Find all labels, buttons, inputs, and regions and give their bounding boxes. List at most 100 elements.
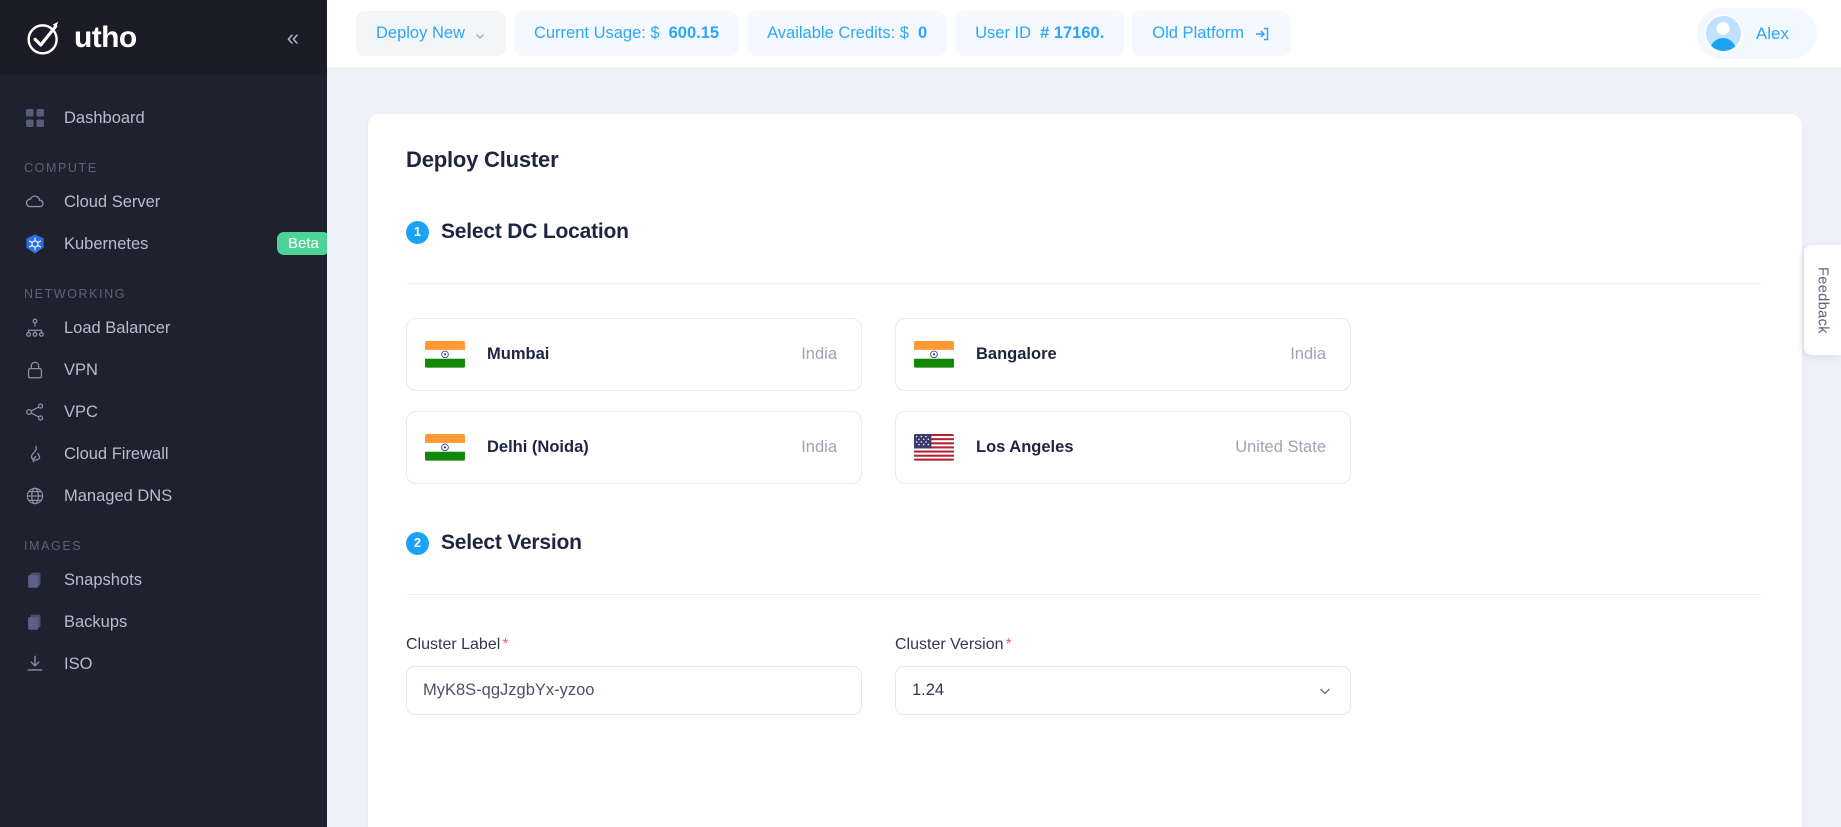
flame-icon: [24, 443, 46, 465]
download-icon: [24, 653, 46, 675]
cluster-label-label-text: Cluster Label: [406, 636, 501, 653]
available-credits-prefix: Available Credits: $: [767, 24, 909, 42]
flag-india-icon: [914, 341, 954, 368]
step-title: Select DC Location: [441, 220, 629, 243]
dc-location-city: Los Angeles: [976, 438, 1074, 456]
sidebar: utho « Dashboard COMPUTE Cloud Server Ku…: [0, 0, 327, 827]
sidebar-item-snapshots[interactable]: Snapshots: [0, 559, 327, 601]
sidebar-nav: Dashboard COMPUTE Cloud Server Kubernete…: [0, 75, 327, 685]
cluster-label-field-group: Cluster Label *: [406, 636, 862, 715]
deploy-new-label: Deploy New: [376, 24, 465, 42]
user-name: Alex: [1755, 23, 1789, 43]
topbar: Deploy New Current Usage: $ 600.15 Avail…: [327, 0, 1841, 67]
required-asterisk: *: [1005, 636, 1012, 653]
sidebar-item-kubernetes[interactable]: Kubernetes Beta: [0, 223, 327, 265]
feedback-label: Feedback: [1814, 266, 1831, 334]
chevron-double-left-icon[interactable]: «: [281, 23, 305, 53]
required-asterisk: *: [502, 636, 509, 653]
page-title: Deploy Cluster: [406, 147, 559, 172]
grid-icon: [24, 107, 46, 129]
brand-logo-group[interactable]: utho: [24, 17, 137, 58]
sidebar-item-load-balancer[interactable]: Load Balancer: [0, 307, 327, 349]
user-menu[interactable]: Alex: [1696, 8, 1817, 59]
sidebar-item-label: Dashboard: [64, 108, 145, 127]
step-1-header: 1 Select DC Location: [406, 220, 1762, 244]
dc-location-country: India: [801, 345, 837, 363]
layers-icon: [24, 569, 46, 591]
deploy-cluster-card: Deploy Cluster 1 Select DC Location Mumb…: [368, 114, 1802, 827]
dc-location-country: India: [801, 438, 837, 456]
user-avatar-icon: [1703, 14, 1743, 53]
dc-location-option-mumbai[interactable]: Mumbai India: [406, 318, 862, 391]
cluster-label-label: Cluster Label *: [406, 636, 862, 654]
step-title: Select Version: [441, 531, 582, 554]
layers-icon: [24, 611, 46, 633]
network-tree-icon: [24, 317, 46, 339]
current-usage-pill[interactable]: Current Usage: $ 600.15: [513, 11, 740, 56]
dc-location-city: Bangalore: [976, 345, 1057, 363]
chevron-down-icon: [474, 28, 486, 40]
sidebar-item-label: Cloud Firewall: [64, 444, 169, 463]
dc-location-option-los-angeles[interactable]: Los Angeles United State: [895, 411, 1351, 484]
sidebar-item-iso[interactable]: ISO: [0, 643, 327, 685]
sidebar-item-label: Kubernetes: [64, 234, 149, 253]
available-credits-pill[interactable]: Available Credits: $ 0: [747, 11, 948, 56]
sidebar-item-label: Managed DNS: [64, 486, 173, 505]
utho-logo-icon: [24, 17, 65, 58]
dc-location-option-delhi-noida[interactable]: Delhi (Noida) India: [406, 411, 862, 484]
available-credits-value: 0: [917, 24, 928, 42]
version-form: Cluster Label* Cluster Version* 1.24: [406, 636, 1762, 715]
lock-icon: [24, 359, 46, 381]
sidebar-item-label: Backups: [64, 612, 128, 631]
divider: [406, 283, 1762, 284]
divider: [406, 594, 1762, 595]
exit-icon: [1253, 25, 1271, 43]
sidebar-item-cloud-firewall[interactable]: Cloud Firewall: [0, 433, 327, 475]
sidebar-item-vpn[interactable]: VPN: [0, 349, 327, 391]
sidebar-item-cloud-server[interactable]: Cloud Server: [0, 181, 327, 223]
feedback-tab[interactable]: Feedback: [1804, 245, 1841, 355]
cluster-version-select[interactable]: 1.24: [895, 666, 1351, 715]
cloud-icon: [24, 191, 46, 213]
flag-india-icon: [425, 434, 465, 461]
main-content: Deploy Cluster 1 Select DC Location Mumb…: [327, 67, 1841, 827]
user-id-pill[interactable]: User ID # 17160.: [955, 11, 1125, 56]
cluster-version-field-group: Cluster Version * 1.24: [895, 636, 1351, 715]
sidebar-item-backups[interactable]: Backups: [0, 601, 327, 643]
old-platform-button[interactable]: Old Platform: [1132, 11, 1291, 56]
sidebar-item-label: VPC: [64, 402, 98, 421]
dc-location-grid: Mumbai India Bangalore India Delhi (Noid…: [406, 318, 1762, 484]
deploy-new-button[interactable]: Deploy New: [356, 11, 506, 56]
sidebar-item-managed-dns[interactable]: Managed DNS: [0, 475, 327, 517]
sidebar-item-label: VPN: [64, 360, 98, 379]
cluster-label-input[interactable]: [406, 666, 862, 715]
step-2-header: 2 Select Version: [406, 531, 1762, 555]
sidebar-item-label: Snapshots: [64, 570, 142, 589]
dc-location-city: Mumbai: [487, 345, 550, 363]
old-platform-label: Old Platform: [1152, 24, 1244, 42]
sidebar-item-label: ISO: [64, 654, 93, 673]
cluster-version-label: Cluster Version *: [895, 636, 1351, 654]
sidebar-header: utho «: [0, 0, 327, 75]
cluster-version-select-wrap: 1.24: [895, 666, 1351, 715]
beta-badge: Beta: [277, 232, 327, 255]
user-id-value: # 17160.: [1040, 24, 1105, 42]
dc-location-option-bangalore[interactable]: Bangalore India: [895, 318, 1351, 391]
sidebar-section-images: IMAGES: [24, 539, 83, 553]
dc-location-country: India: [1290, 345, 1326, 363]
sidebar-item-label: Cloud Server: [64, 192, 161, 211]
user-id-prefix: User ID: [975, 24, 1032, 42]
cluster-version-label-text: Cluster Version: [895, 636, 1004, 653]
sidebar-item-vpc[interactable]: VPC: [0, 391, 327, 433]
dc-location-city: Delhi (Noida): [487, 438, 589, 456]
step-number: 1: [406, 220, 429, 244]
brand-name: utho: [74, 20, 137, 54]
sidebar-section-compute: COMPUTE: [24, 161, 98, 175]
kubernetes-icon: [24, 233, 46, 255]
share-nodes-icon: [24, 401, 46, 423]
sidebar-item-dashboard[interactable]: Dashboard: [0, 97, 327, 139]
sidebar-item-label: Load Balancer: [64, 318, 171, 337]
current-usage-prefix: Current Usage: $: [533, 24, 660, 42]
globe-grid-icon: [24, 485, 46, 507]
dc-location-country: United State: [1235, 438, 1326, 456]
